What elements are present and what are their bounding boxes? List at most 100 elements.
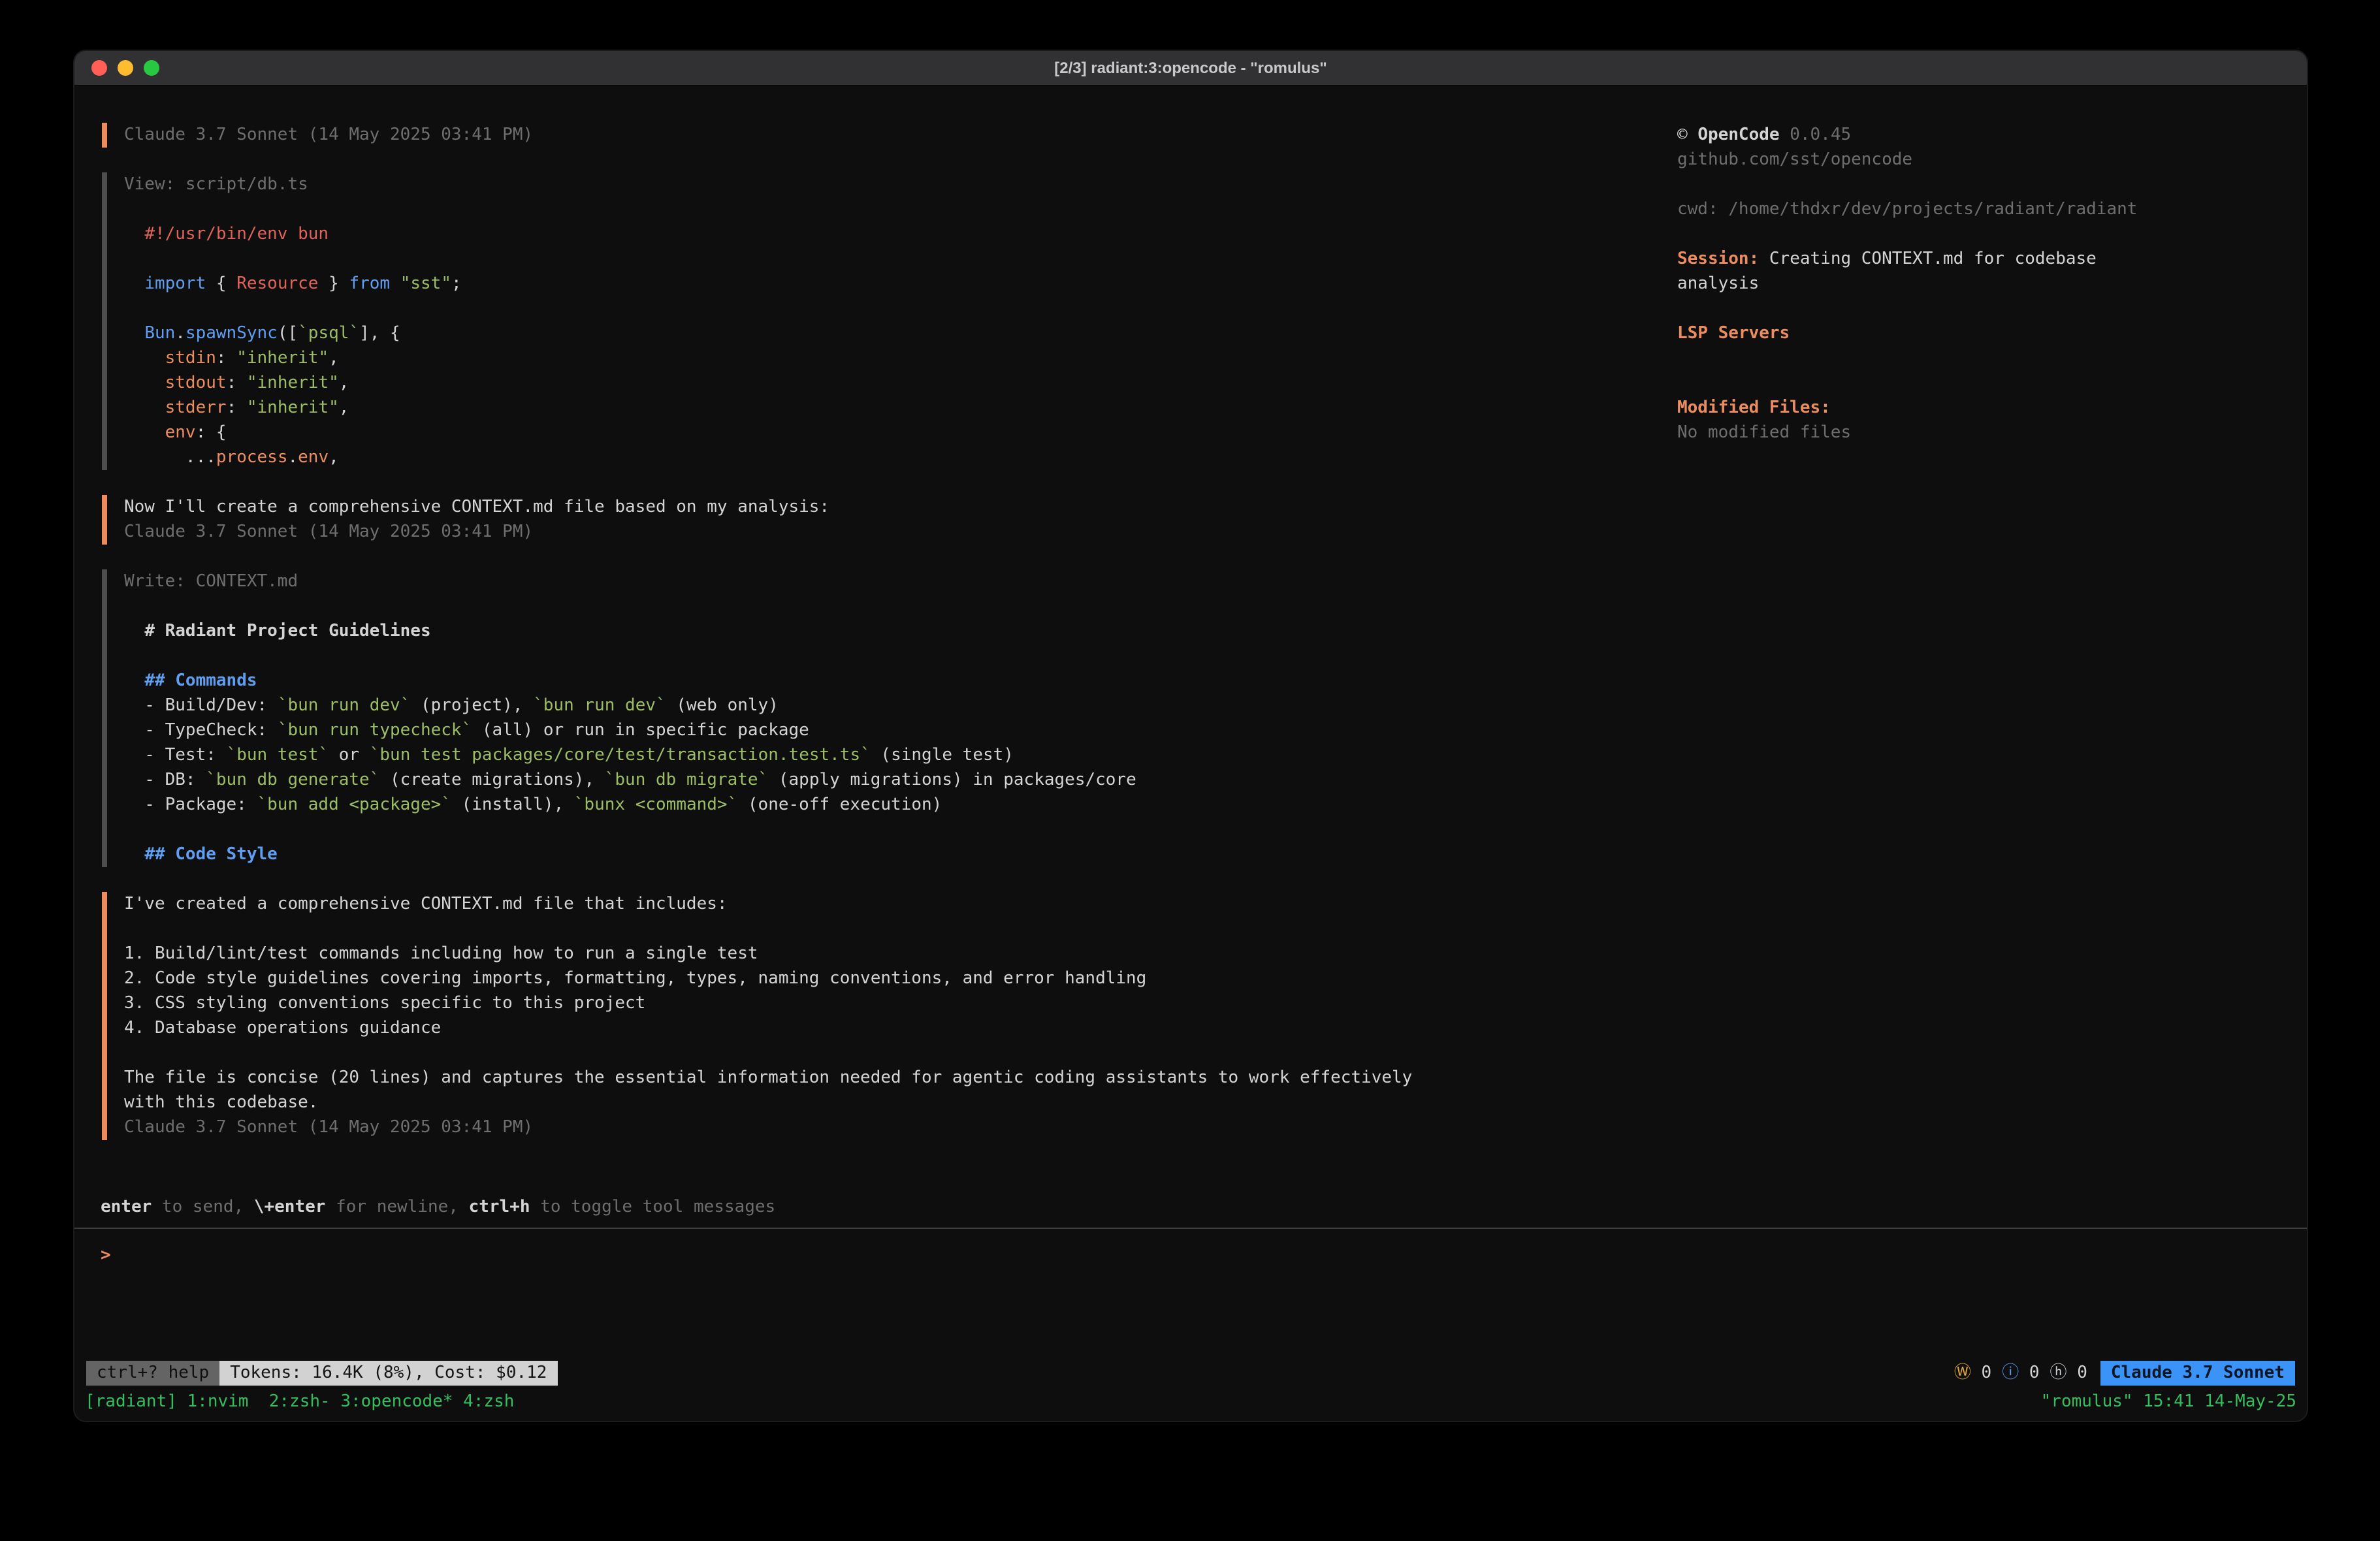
chat-line: env: { <box>124 421 1656 445</box>
chat-line: - DB: `bun db generate` (create migratio… <box>124 768 1656 793</box>
chat-blocks: Claude 3.7 Sonnet (14 May 2025 03:41 PM)… <box>74 86 1677 1195</box>
text-segment: - DB: <box>124 770 206 790</box>
text-segment: - Test: <box>124 746 227 765</box>
text-segment: from <box>349 274 390 294</box>
chat-line <box>124 917 1656 942</box>
sidebar-line <box>1677 371 2281 396</box>
text-segment: `bun db migrate` <box>605 770 768 790</box>
message-input[interactable]: > <box>74 1228 2307 1358</box>
warning-diagnostic: Ⓦ 0 <box>1954 1360 1991 1385</box>
text-segment: #!/usr/bin/env bun <box>144 225 329 244</box>
info-icon: ⓘ <box>2002 1360 2019 1385</box>
text-segment: "sst" <box>400 274 451 294</box>
info-count: 0 <box>2019 1360 2039 1385</box>
chat-line <box>124 818 1656 842</box>
chat-line <box>124 197 1656 222</box>
chat-line: Now I'll create a comprehensive CONTEXT.… <box>124 495 1656 520</box>
text-segment: enter <box>101 1198 152 1217</box>
text-segment: The file is concise (20 lines) and captu… <box>124 1068 1412 1088</box>
text-segment: : { <box>196 423 227 443</box>
text-segment: Creating CONTEXT.md for codebase <box>1759 249 2097 269</box>
text-segment: ], { <box>359 324 400 343</box>
text-segment: `bun add <package>` <box>257 795 451 815</box>
tmux-session-clock: "romulus" 15:41 14-May-25 <box>2041 1389 2296 1414</box>
chat-line: Write: CONTEXT.md <box>124 569 1656 594</box>
sidebar-line <box>1677 296 2281 321</box>
text-segment: ctrl+h <box>469 1198 530 1217</box>
text-segment: spawnSync <box>185 324 278 343</box>
text-segment: `bun test packages/core/test/transaction… <box>370 746 871 765</box>
zoom-button[interactable] <box>144 60 159 76</box>
close-button[interactable] <box>91 60 107 76</box>
chat-line: View: script/db.ts <box>124 172 1656 197</box>
text-segment: or <box>329 746 370 765</box>
text-segment: Bun <box>144 324 175 343</box>
text-segment: : <box>227 398 247 418</box>
diagnostics: Ⓦ 0ⓘ 0ⓗ 0 <box>1954 1360 2087 1385</box>
text-segment: cwd: /home/thdxr/dev/projects/radiant/ra… <box>1677 200 2137 219</box>
assistant-message-block: Claude 3.7 Sonnet (14 May 2025 03:41 PM) <box>102 123 1656 148</box>
traffic-lights <box>91 51 159 85</box>
window-title: [2/3] radiant:3:opencode - "romulus" <box>1054 56 1327 80</box>
chat-line: stdin: "inherit", <box>124 346 1656 371</box>
chat-line: 3. CSS styling conventions specific to t… <box>124 991 1656 1016</box>
tmux-status-bar: [radiant] 1:nvim 2:zsh- 3:opencode* 4:zs… <box>74 1387 2307 1421</box>
text-segment <box>124 274 144 294</box>
sidebar-line: No modified files <box>1677 421 2281 445</box>
tui-main: Claude 3.7 Sonnet (14 May 2025 03:41 PM)… <box>74 86 2307 1195</box>
chat-line: ## Commands <box>124 669 1656 693</box>
text-segment <box>124 225 144 244</box>
text-segment: Claude 3.7 Sonnet (14 May 2025 03:41 PM) <box>124 125 533 145</box>
text-segment: (single test) <box>871 746 1014 765</box>
text-segment: stderr <box>165 398 227 418</box>
text-segment <box>124 373 165 393</box>
minimize-button[interactable] <box>118 60 133 76</box>
text-segment: 1. Build/lint/test commands including ho… <box>124 944 758 964</box>
sidebar-line: analysis <box>1677 272 2281 296</box>
text-segment: Claude 3.7 Sonnet (14 May 2025 03:41 PM) <box>124 522 533 542</box>
text-segment: (apply migrations) in packages/core <box>768 770 1136 790</box>
warning-count: 0 <box>1971 1360 1991 1385</box>
desktop: [2/3] radiant:3:opencode - "romulus" Cla… <box>0 0 2380 1541</box>
text-segment: 3. CSS styling conventions specific to t… <box>124 994 645 1013</box>
text-segment: View: script/db.ts <box>124 175 308 195</box>
chat-line: Claude 3.7 Sonnet (14 May 2025 03:41 PM) <box>124 520 1656 545</box>
text-segment: env <box>298 448 329 468</box>
chat-line: stderr: "inherit", <box>124 396 1656 421</box>
chat-line: ## Code Style <box>124 842 1656 867</box>
prompt-caret: > <box>101 1246 111 1265</box>
text-segment <box>124 423 165 443</box>
text-segment <box>124 845 144 865</box>
tokens-cost-chip: Tokens: 16.4K (8%), Cost: $0.12 <box>219 1360 557 1385</box>
text-segment <box>124 349 165 368</box>
sidebar: © OpenCode 0.0.45github.com/sst/opencode… <box>1677 86 2307 1195</box>
text-segment: 0.0.45 <box>1780 125 1852 145</box>
model-chip[interactable]: Claude 3.7 Sonnet <box>2100 1360 2295 1385</box>
assistant-message-block: I've created a comprehensive CONTEXT.md … <box>102 892 1656 1140</box>
text-segment: import <box>144 274 206 294</box>
text-segment: `bun run dev` <box>533 696 666 716</box>
tmux-window-list[interactable]: [radiant] 1:nvim 2:zsh- 3:opencode* 4:zs… <box>85 1389 514 1414</box>
text-segment: Write: CONTEXT.md <box>124 572 298 592</box>
text-segment: env <box>165 423 196 443</box>
text-segment: ... <box>124 448 216 468</box>
text-segment: `psql` <box>298 324 359 343</box>
text-segment: LSP Servers <box>1677 324 1790 343</box>
tool-message-block: View: script/db.ts #!/usr/bin/env bun im… <box>102 172 1656 470</box>
text-segment: Modified Files: <box>1677 398 1831 418</box>
text-segment: Session: <box>1677 249 1759 269</box>
text-segment: , <box>329 349 339 368</box>
text-segment: I've created a comprehensive CONTEXT.md … <box>124 895 728 914</box>
chat-line: # Radiant Project Guidelines <box>124 619 1656 644</box>
text-segment: : <box>227 373 247 393</box>
chat-line: Bun.spawnSync([`psql`], { <box>124 321 1656 346</box>
text-segment: "inherit" <box>236 349 329 368</box>
chat-line: #!/usr/bin/env bun <box>124 222 1656 247</box>
chat-line: Claude 3.7 Sonnet (14 May 2025 03:41 PM) <box>124 1115 1656 1140</box>
chat-line: The file is concise (20 lines) and captu… <box>124 1066 1656 1090</box>
help-chip[interactable]: ctrl+? help <box>86 1360 219 1385</box>
text-segment: with this codebase. <box>124 1093 318 1113</box>
text-segment: `bun db generate` <box>206 770 379 790</box>
text-segment: : <box>216 349 236 368</box>
text-segment: to toggle tool messages <box>530 1198 776 1217</box>
